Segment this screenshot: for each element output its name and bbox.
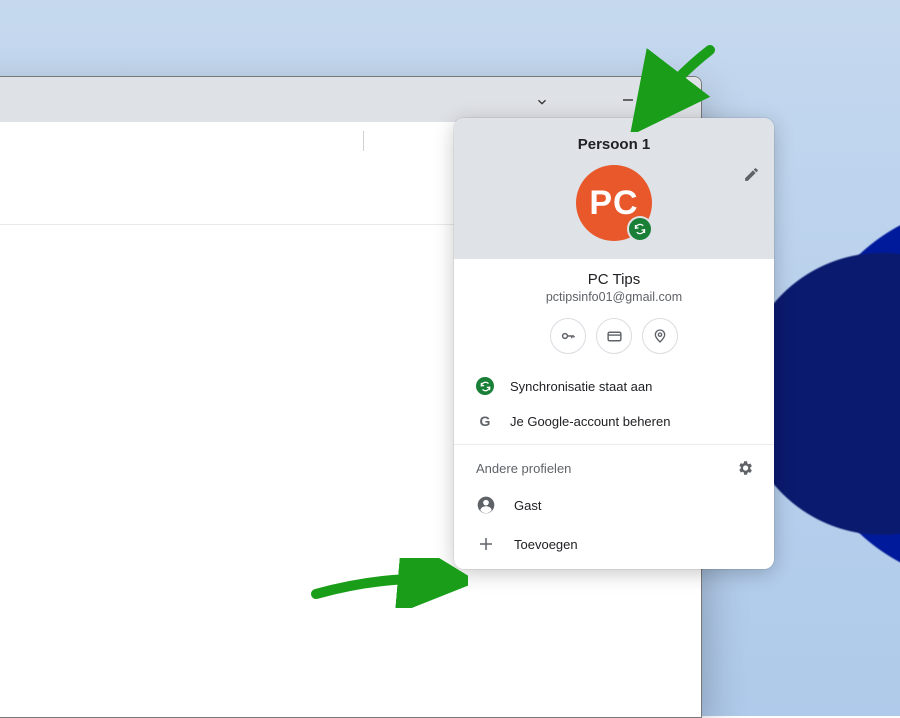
account-email: pctipsinfo01@gmail.com (454, 290, 774, 304)
profile-name-label: Persoon 1 (454, 136, 774, 153)
payment-shortcut[interactable] (596, 318, 632, 354)
tab-search-button[interactable] (528, 88, 556, 116)
profile-menu-popup: Persoon 1 PC PC Tips pctipsinfo01@gmail.… (454, 118, 774, 569)
other-profiles-label: Andere profielen (476, 461, 571, 476)
sync-status-icon (476, 377, 494, 395)
google-g-icon: G (480, 413, 491, 429)
guest-profile-row[interactable]: Gast (454, 485, 774, 525)
sync-status-row[interactable]: Synchronisatie staat aan (454, 368, 774, 404)
guest-label: Gast (514, 498, 541, 513)
toolbar-separator (363, 131, 364, 151)
location-icon (652, 328, 668, 344)
credit-card-icon (606, 328, 623, 345)
chevron-down-icon (535, 95, 549, 109)
passwords-shortcut[interactable] (550, 318, 586, 354)
profile-avatar: PC (576, 165, 652, 241)
person-icon (476, 495, 496, 515)
pencil-icon (743, 166, 760, 183)
sync-status-label: Synchronisatie staat aan (510, 379, 652, 394)
key-icon (559, 327, 577, 345)
profile-header: Persoon 1 PC (454, 118, 774, 259)
add-profile-row[interactable]: Toevoegen (454, 525, 774, 569)
annotation-arrow-bottom (308, 558, 468, 608)
sync-icon (634, 223, 646, 235)
plus-icon (477, 535, 495, 553)
manage-google-account-row[interactable]: G Je Google-account beheren (454, 404, 774, 438)
other-profiles-header: Andere profielen (454, 445, 774, 485)
annotation-arrow-top (620, 42, 730, 132)
gear-icon (736, 459, 754, 477)
add-profile-label: Toevoegen (514, 537, 578, 552)
manage-account-label: Je Google-account beheren (510, 414, 670, 429)
profile-account-info: PC Tips pctipsinfo01@gmail.com (454, 259, 774, 368)
account-display-name: PC Tips (454, 271, 774, 288)
sync-badge (627, 216, 653, 242)
manage-profiles-button[interactable] (736, 459, 754, 477)
window-titlebar (0, 77, 701, 122)
edit-profile-button[interactable] (743, 166, 760, 183)
addresses-shortcut[interactable] (642, 318, 678, 354)
